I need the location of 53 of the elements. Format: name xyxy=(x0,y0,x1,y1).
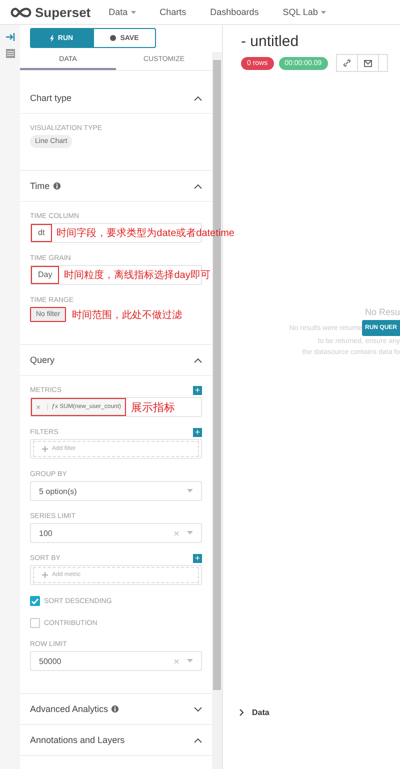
dropdown-caret-icon xyxy=(320,11,326,14)
select-field[interactable]: 5 option(s) xyxy=(30,481,202,501)
add-button[interactable]: + xyxy=(193,428,202,436)
select-field[interactable]: 100 xyxy=(30,523,202,543)
collapse-icon[interactable] xyxy=(6,33,14,41)
caret-down-icon[interactable] xyxy=(194,706,202,712)
nav-link[interactable]: Data xyxy=(108,7,136,17)
section-title: Advanced Analytics xyxy=(30,704,108,714)
select-field[interactable]: 50000 xyxy=(30,651,202,671)
email-icon[interactable] xyxy=(356,54,379,72)
caret-up-icon[interactable] xyxy=(194,96,202,100)
select-value[interactable]: Day xyxy=(31,266,60,284)
infinity-logo-icon xyxy=(10,6,32,18)
clear-icon[interactable] xyxy=(174,530,179,536)
nav-link[interactable]: SQL Lab xyxy=(282,7,326,17)
caret-up-icon[interactable] xyxy=(194,184,202,188)
bolt-icon xyxy=(50,34,54,42)
checkbox[interactable] xyxy=(30,596,40,606)
annotation-text: 时间范围，此处不做过滤 xyxy=(72,308,182,322)
section-title: Time xyxy=(30,181,50,191)
section-header[interactable]: Chart type xyxy=(20,83,212,113)
dropdown-caret-icon[interactable] xyxy=(187,489,193,493)
info-icon xyxy=(111,705,120,713)
section-title: Query xyxy=(30,355,55,365)
chart-title[interactable]: - untitled xyxy=(241,33,400,50)
section-title: Chart type xyxy=(30,93,72,103)
section-title: Annotations and Layers xyxy=(30,735,125,745)
checkbox[interactable] xyxy=(30,618,40,628)
section-header[interactable]: Time xyxy=(20,171,212,201)
data-panel-toggle[interactable]: Data xyxy=(239,708,270,717)
section-header[interactable]: Query xyxy=(20,345,212,375)
dropdown-caret-icon[interactable] xyxy=(187,531,193,535)
annotation-text: 时间字段，要求类型为date或者datetime xyxy=(56,226,234,240)
select-value[interactable]: dt xyxy=(31,224,52,242)
dropdown-caret-icon xyxy=(130,11,136,14)
nav-link[interactable]: Dashboards xyxy=(210,7,259,17)
empty-heading: No Resu xyxy=(364,307,400,317)
caret-up-icon[interactable] xyxy=(194,738,202,742)
dropdown-caret-icon[interactable] xyxy=(187,659,193,663)
section-header[interactable]: Annotations and Layers xyxy=(20,725,212,755)
list-icon[interactable] xyxy=(6,49,14,58)
info-icon xyxy=(52,182,61,190)
link-icon[interactable] xyxy=(336,54,358,72)
clear-icon[interactable] xyxy=(174,658,179,664)
annotation-text: 时间粒度，离线指标选择day即可 xyxy=(64,268,210,282)
caret-up-icon[interactable] xyxy=(194,358,202,362)
chevron-icon xyxy=(239,709,244,716)
section-header[interactable]: Advanced Analytics xyxy=(20,694,212,724)
app-logo[interactable]: Superset xyxy=(35,4,91,20)
nav-link[interactable]: Charts xyxy=(160,7,186,17)
add-button[interactable]: + xyxy=(193,554,202,562)
add-button[interactable]: + xyxy=(193,386,202,394)
annotation-text: 展示指标 xyxy=(131,400,176,414)
